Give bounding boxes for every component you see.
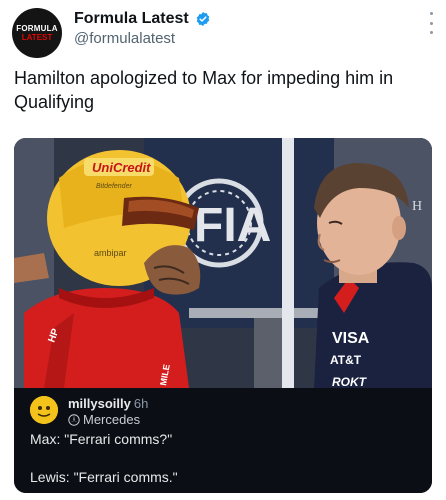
account-avatar[interactable]: FORMULA LATEST: [12, 8, 62, 58]
backdrop-edge-text: H: [412, 199, 422, 214]
display-name[interactable]: Formula Latest: [74, 9, 189, 29]
helmet-sponsor: UniCredit: [92, 160, 151, 175]
photo-illustration: FIA H HP MILE UniCredit Bitdefender ambi…: [14, 138, 432, 388]
account-handle[interactable]: @formulalatest: [74, 30, 175, 48]
photo-scene: FIA H HP MILE UniCredit Bitdefender ambi…: [14, 138, 432, 388]
avatar-logo-line1: FORMULA: [16, 24, 58, 33]
tweet-post: FORMULA LATEST Formula Latest @formulala…: [0, 0, 446, 500]
reply-avatar[interactable]: [30, 396, 58, 424]
reply-time: 6h: [133, 396, 149, 411]
more-options-icon[interactable]: [428, 12, 434, 34]
reply-avatar-face-icon: [30, 396, 58, 424]
helmet-sponsor-small: Bitdefender: [96, 183, 132, 190]
reply-quote-line2: Lewis: "Ferrari comms.": [30, 469, 178, 485]
quoted-reply: millysoilly 6h Mercedes Max: "Ferrari com…: [14, 388, 432, 493]
reply-username[interactable]: millysoilly: [68, 396, 131, 411]
reply-team-label: Mercedes: [83, 412, 141, 427]
suit-visa-text: VISA: [332, 330, 370, 347]
tweet-text: Hamilton apologized to Max for impeding …: [14, 68, 394, 112]
helmet-chin-text: ambipar: [94, 248, 127, 258]
fia-logo-text: FIA: [194, 199, 271, 252]
suit-att-text: AT&T: [330, 353, 362, 367]
account-name-row: Formula Latest: [74, 9, 211, 29]
verified-badge-icon: [196, 12, 209, 26]
reply-team-row: Mercedes: [68, 412, 140, 428]
reply-quote-line1: Max: "Ferrari comms?": [30, 431, 173, 447]
mercedes-star-icon: [68, 414, 80, 426]
reply-user-row: millysoilly 6h: [68, 396, 148, 412]
avatar-logo-line2: LATEST: [21, 33, 53, 42]
tweet-media[interactable]: FIA H HP MILE UniCredit Bitdefender ambi…: [14, 138, 432, 493]
suit-rokt-text: ROKT: [332, 375, 368, 388]
